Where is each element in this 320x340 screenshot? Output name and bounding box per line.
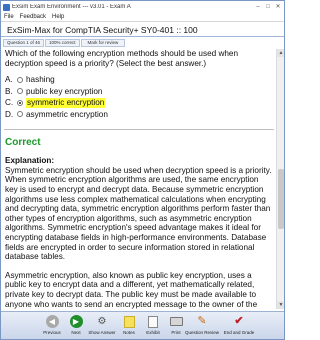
maximize-icon[interactable]: □ (264, 3, 272, 11)
vertical-scrollbar[interactable]: ▲ ▼ (276, 49, 284, 309)
question-text: Which of the following encryption method… (5, 49, 239, 68)
minimize-icon[interactable]: – (254, 3, 262, 11)
answer-text: public key encryption (26, 86, 103, 96)
window-title: Exsim Exam Environment --- v3.01 - Exam … (12, 4, 131, 10)
document-icon (148, 315, 158, 328)
answer-text-selected: symmetric encryption (26, 98, 106, 108)
pencil-icon: ✎ (197, 315, 207, 327)
question-review-label: Question Review (185, 330, 220, 335)
exam-window: Exsim Exam Environment --- v3.01 - Exam … (0, 0, 285, 340)
answer-option-c[interactable]: C. symmetric encryption (5, 97, 274, 109)
radio-button[interactable] (17, 111, 23, 118)
arrow-left-icon: ◀ (45, 315, 59, 328)
explanation-paragraph-2: Asymmetric encryption, also known as pub… (5, 270, 258, 309)
scroll-thumb[interactable] (278, 169, 284, 229)
radio-button[interactable] (17, 88, 23, 95)
scroll-up-icon[interactable]: ▲ (277, 49, 284, 57)
answer-letter: D. (5, 109, 14, 119)
end-and-grade-label: End and Grade (223, 330, 255, 335)
answer-text: hashing (26, 75, 55, 85)
end-and-grade-button[interactable]: ✔ End and Grade (222, 314, 256, 339)
mark-for-review-button[interactable]: Mark for review (80, 39, 126, 47)
bottom-toolbar: ◀ Previous ▶ Next ⚙ Show Answer Notes Ex… (1, 311, 284, 339)
question-review-button[interactable]: ✎ Question Review (185, 314, 220, 339)
score-status: 100% correct (45, 39, 80, 47)
title-bar: Exsim Exam Environment --- v3.01 - Exam … (1, 1, 284, 13)
answer-letter: C. (5, 98, 14, 108)
menu-feedback[interactable]: Feedback (20, 14, 46, 20)
answer-letter: B. (5, 86, 13, 96)
result-status: Correct (5, 137, 41, 149)
answer-option-a[interactable]: A. hashing (5, 74, 274, 86)
explanation-paragraph-1: Symmetric encryption should be used when… (5, 165, 272, 262)
exam-header: ExSim-Max for CompTIA Security+ SY0-401 … (1, 23, 284, 37)
radio-button[interactable] (17, 76, 23, 83)
answer-letter: A. (5, 75, 13, 85)
answer-option-b[interactable]: B. public key encryption (5, 86, 274, 98)
menu-file[interactable]: File (4, 14, 14, 20)
menu-help[interactable]: Help (52, 14, 64, 20)
answer-option-d[interactable]: D. asymmetric encryption (5, 109, 274, 121)
answer-text: asymmetric encryption (26, 109, 108, 119)
scroll-down-icon[interactable]: ▼ (277, 301, 284, 309)
radio-button-selected[interactable] (17, 99, 23, 106)
close-icon[interactable]: ✕ (274, 3, 282, 11)
question-counter: Question 1 of 46 (3, 39, 45, 47)
exam-title: ExSim-Max for CompTIA Security+ SY0-401 … (7, 24, 198, 35)
menu-bar: File Feedback Help (1, 13, 284, 22)
arrow-right-icon: ▶ (69, 315, 83, 328)
printer-icon (169, 317, 183, 326)
notes-icon (123, 315, 135, 328)
status-row: Question 1 of 46 100% correct Mark for r… (3, 39, 126, 47)
explanation-panel: Correct Explanation: Symmetric encryptio… (4, 129, 274, 309)
key-icon: ⚙ (97, 315, 107, 327)
checkmark-icon: ✔ (234, 315, 244, 327)
answer-list: A. hashing B. public key encryption C. s… (4, 74, 274, 120)
explanation-heading: Explanation: (5, 156, 55, 166)
app-icon (3, 3, 10, 11)
question-content: Which of the following encryption method… (4, 49, 274, 309)
